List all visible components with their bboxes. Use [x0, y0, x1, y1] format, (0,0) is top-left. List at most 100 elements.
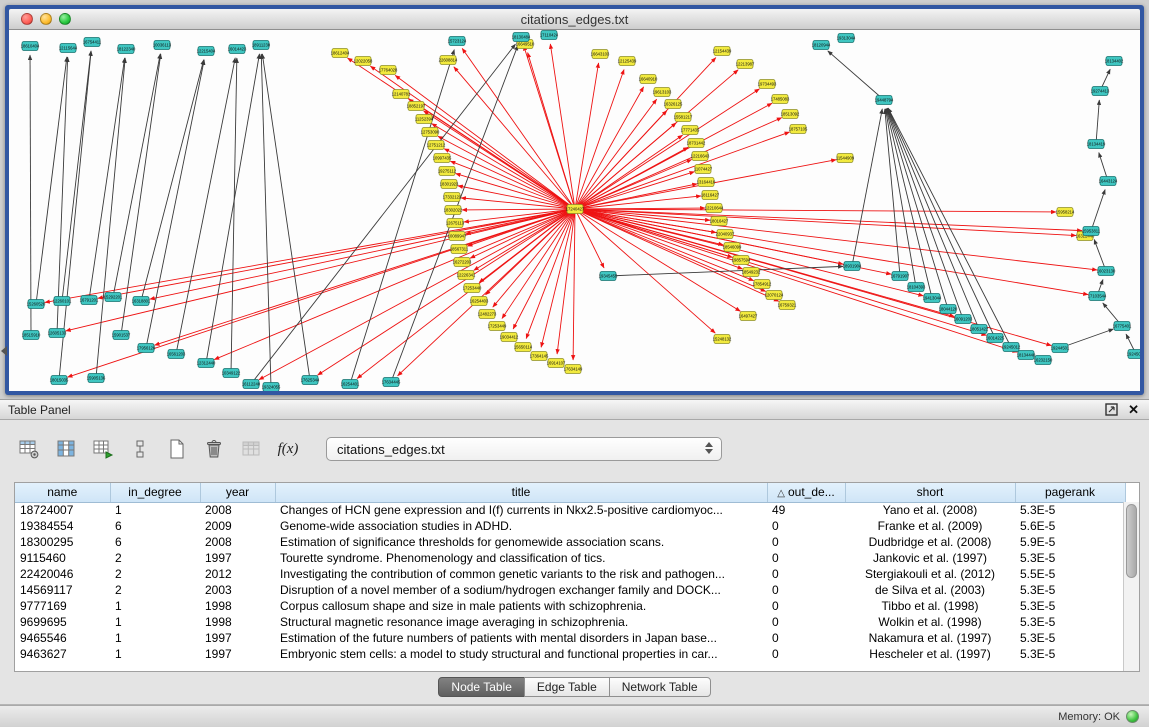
table-row[interactable]: 911546021997Tourette syndrome. Phenomeno…: [15, 550, 1125, 566]
graph-node[interactable]: 17854912: [753, 280, 772, 289]
graph-edge[interactable]: [575, 209, 1076, 236]
graph-node[interactable]: 22040937: [716, 230, 735, 239]
graph-node[interactable]: 18134419: [1087, 140, 1106, 149]
graph-node[interactable]: 12482273: [478, 310, 497, 319]
table-cell[interactable]: 5.3E-5: [1015, 630, 1125, 646]
graph-node[interactable]: 12210644: [705, 204, 724, 213]
graph-node[interactable]: 15958214: [1056, 208, 1075, 217]
graph-node[interactable]: 16791907: [891, 272, 910, 281]
table-cell[interactable]: 9115460: [15, 550, 110, 566]
table-cell[interactable]: 2003: [200, 582, 275, 598]
close-panel-icon[interactable]: ✕: [1128, 403, 1139, 416]
table-cell[interactable]: Embryonic stem cells: a model to study s…: [275, 646, 767, 662]
graph-edge[interactable]: [444, 149, 575, 209]
graph-node[interactable]: 22608814: [439, 56, 458, 65]
graph-edge[interactable]: [462, 209, 575, 210]
table-cell[interactable]: 2008: [200, 534, 275, 550]
delete-table-icon[interactable]: [201, 436, 227, 462]
table-cell[interactable]: 1: [110, 502, 200, 518]
graph-node[interactable]: 19734493: [758, 80, 777, 89]
table-cell[interactable]: 1998: [200, 614, 275, 630]
table-row[interactable]: 946362711997Embryonic stem cells: a mode…: [15, 646, 1125, 662]
table-cell[interactable]: 5.5E-5: [1015, 566, 1125, 582]
graph-node[interactable]: 12215404: [197, 47, 216, 56]
table-cell[interactable]: 9699695: [15, 614, 110, 630]
collapse-panel-arrow-icon[interactable]: [1, 346, 7, 356]
memory-status-icon[interactable]: [1126, 710, 1139, 723]
graph-node[interactable]: 17764028: [379, 66, 398, 75]
graph-node[interactable]: 18852197: [407, 102, 426, 111]
table-row[interactable]: 946554611997Estimation of the future num…: [15, 630, 1125, 646]
table-row[interactable]: 969969511998Structural magnetic resonanc…: [15, 614, 1125, 630]
graph-edge[interactable]: [36, 57, 67, 304]
graph-node[interactable]: 19275112: [438, 167, 457, 176]
table-cell[interactable]: 0: [767, 614, 845, 630]
table-cell[interactable]: 0: [767, 582, 845, 598]
graph-node[interactable]: 17364145: [530, 352, 549, 361]
graph-node[interactable]: 12216643: [691, 152, 710, 161]
graph-node[interactable]: 16759321: [778, 301, 797, 310]
graph-node[interactable]: 12070124: [765, 291, 784, 300]
graph-node[interactable]: 18302022: [444, 206, 463, 215]
table-cell[interactable]: 18724007: [15, 502, 110, 518]
graph-edge[interactable]: [176, 58, 235, 354]
graph-node[interactable]: 15723124: [448, 37, 467, 46]
table-cell[interactable]: Tibbo et al. (1998): [845, 598, 1015, 614]
graph-node[interactable]: 18931904: [843, 262, 862, 271]
table-settings-icon[interactable]: [16, 436, 42, 462]
graph-node[interactable]: 19613103: [653, 88, 672, 97]
table-cell[interactable]: Hescheler et al. (1997): [845, 646, 1015, 662]
graph-edge[interactable]: [828, 51, 884, 100]
network-view[interactable]: 1724042718612404120220581776402812140781…: [9, 30, 1140, 391]
graph-node[interactable]: 18546099: [723, 243, 742, 252]
graph-node[interactable]: 11544909: [836, 154, 855, 163]
graph-edge[interactable]: [462, 48, 575, 209]
graph-node[interactable]: 16232150: [1034, 356, 1053, 365]
table-cell[interactable]: Jankovic et al. (1997): [845, 550, 1015, 566]
table-cell[interactable]: Investigating the contribution of common…: [275, 566, 767, 582]
table-cell[interactable]: 1: [110, 630, 200, 646]
table-cell[interactable]: Estimation of the future numbers of pati…: [275, 630, 767, 646]
minimize-window-icon[interactable]: [40, 13, 52, 25]
graph-node[interactable]: 12753090: [421, 128, 440, 137]
graph-node[interactable]: 16326125: [664, 100, 683, 109]
graph-node[interactable]: 18757105: [789, 125, 808, 134]
graph-node[interactable]: 16023130: [1097, 267, 1116, 276]
graph-node[interactable]: 15905136: [87, 374, 106, 383]
column-header-title[interactable]: title: [275, 483, 767, 502]
graph-node[interactable]: 16754411: [83, 38, 102, 47]
column-header-name[interactable]: name: [15, 483, 110, 502]
graph-node[interactable]: 19034412: [500, 333, 519, 342]
zoom-window-icon[interactable]: [59, 13, 71, 25]
graph-node[interactable]: 18120944: [812, 41, 831, 50]
graph-node[interactable]: 19857594: [732, 256, 751, 265]
graph-edge[interactable]: [524, 46, 575, 209]
graph-node[interactable]: 10036113: [153, 41, 172, 50]
graph-node[interactable]: 16643103: [591, 50, 610, 59]
scrollbar-thumb[interactable]: [1126, 504, 1137, 578]
table-cell[interactable]: 1: [110, 646, 200, 662]
graph-node[interactable]: 16640910: [639, 75, 658, 84]
graph-node[interactable]: 18044120: [939, 305, 958, 314]
table-cell[interactable]: 5.9E-5: [1015, 534, 1125, 550]
graph-node[interactable]: 19244501: [1051, 344, 1070, 353]
table-row[interactable]: 2242004622012Investigating the contribut…: [15, 566, 1125, 582]
column-header-year[interactable]: year: [200, 483, 275, 502]
table-row[interactable]: 977716911998Corpus callosum shape and si…: [15, 598, 1125, 614]
graph-node[interactable]: 12260101: [53, 297, 72, 306]
graph-edge[interactable]: [575, 209, 779, 301]
graph-edge[interactable]: [456, 174, 575, 209]
column-select-icon[interactable]: [53, 436, 79, 462]
graph-node[interactable]: 19413044: [923, 294, 942, 303]
table-cell[interactable]: 9463627: [15, 646, 110, 662]
graph-node[interactable]: 16091203: [954, 315, 973, 324]
graph-edge[interactable]: [575, 118, 782, 209]
table-cell[interactable]: 0: [767, 518, 845, 534]
graph-node[interactable]: 16014225: [986, 334, 1005, 343]
graph-edge[interactable]: [370, 66, 575, 209]
graph-edge[interactable]: [121, 54, 161, 335]
table-cell[interactable]: 0: [767, 630, 845, 646]
graph-node[interactable]: 16791201: [80, 296, 99, 305]
graph-node[interactable]: 17103544: [1088, 292, 1107, 301]
table-cell[interactable]: Stergiakouli et al. (2012): [845, 566, 1015, 582]
